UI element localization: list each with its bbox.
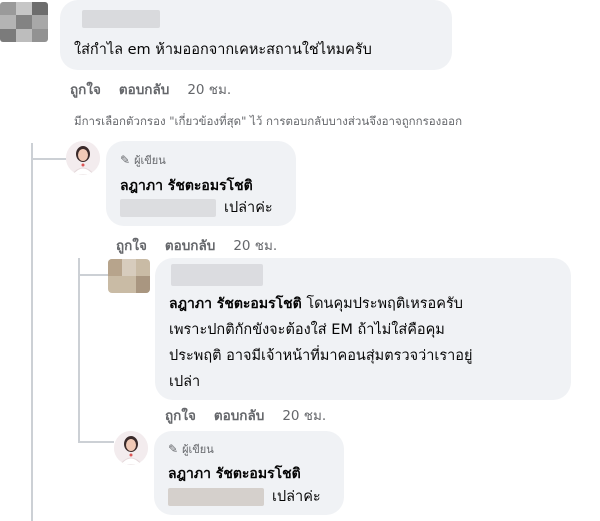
timestamp[interactable]: 20 ชม.	[282, 404, 326, 426]
commenter-avatar[interactable]	[0, 2, 48, 42]
like-button[interactable]: ถูกใจ	[165, 404, 196, 426]
author-avatar-icon	[66, 141, 100, 175]
reply-bubble: ✎ ผู้เขียน ลฎาภา รัชตะอมรโชติ เปล่าค่ะ	[154, 431, 344, 515]
blurred-mention[interactable]	[168, 488, 264, 506]
reply-text-line-1: ลฎาภา รัชตะอมรโชติ โดนคุมประพฤติเหรอครับ	[169, 292, 463, 316]
timestamp[interactable]: 20 ชม.	[233, 234, 277, 256]
like-button[interactable]: ถูกใจ	[70, 78, 101, 100]
blurred-commenter-name[interactable]	[82, 10, 160, 28]
blurred-avatar-icon	[108, 259, 150, 293]
reply-text: เปล่าค่ะ	[272, 489, 321, 505]
author-avatar[interactable]	[66, 141, 100, 175]
reply-bubble: ลฎาภา รัชตะอมรโชติ โดนคุมประพฤติเหรอครับ…	[155, 258, 571, 400]
thread-connector-nested-2	[78, 441, 114, 443]
like-button[interactable]: ถูกใจ	[116, 234, 147, 256]
author-badge: ✎ ผู้เขียน	[120, 151, 166, 169]
reply-text-line-2: เพราะปกติกักขังจะต้องใส่ EM ถ้าไม่ใส่คือ…	[169, 322, 445, 338]
reply-text-line-3: ประพฤติ อาจมีเจ้าหน้าที่มาคอนสุ่มตรวจว่า…	[169, 348, 473, 364]
blurred-mention[interactable]	[120, 199, 216, 217]
comment-bubble: ใส่กำไล em ห้ามออกจากเคหะสถานใช่ไหมครับ	[60, 0, 452, 70]
reply-button[interactable]: ตอบกลับ	[119, 78, 169, 100]
thread-connector	[31, 158, 67, 160]
author-badge-label: ผู้เขียน	[134, 154, 166, 167]
reply-actions: ถูกใจ ตอบกลับ 20 ชม.	[165, 404, 326, 426]
reply-button[interactable]: ตอบกลับ	[214, 404, 264, 426]
thread-line	[31, 143, 33, 521]
pencil-icon: ✎	[120, 153, 131, 167]
pencil-icon: ✎	[168, 442, 179, 456]
author-name[interactable]: ลฎาภา รัชตะอมรโชติ	[168, 463, 301, 485]
blurred-avatar-icon	[0, 2, 48, 42]
reply-bubble: ✎ ผู้เขียน ลฎาภา รัชตะอมรโชติ เปล่าค่ะ	[106, 141, 296, 226]
mention-link[interactable]: ลฎาภา รัชตะอมรโชติ	[169, 296, 302, 312]
reply-text-first: โดนคุมประพฤติเหรอครับ	[306, 296, 463, 312]
reply-text-line-4: เปล่า	[169, 374, 201, 390]
reply-text: เปล่าค่ะ	[224, 200, 273, 216]
commenter-avatar[interactable]	[108, 259, 150, 293]
timestamp[interactable]: 20 ชม.	[187, 78, 231, 100]
reply-button[interactable]: ตอบกลับ	[165, 234, 215, 256]
thread-connector-nested	[78, 274, 108, 276]
author-badge-label: ผู้เขียน	[182, 443, 214, 456]
blurred-commenter-name[interactable]	[171, 264, 263, 286]
comment-actions: ถูกใจ ตอบกลับ 20 ชม.	[70, 78, 231, 100]
author-badge: ✎ ผู้เขียน	[168, 440, 214, 458]
author-avatar[interactable]	[114, 431, 148, 465]
author-name[interactable]: ลฎาภา รัชตะอมรโชติ	[120, 175, 253, 197]
thread-line-nested	[78, 258, 80, 443]
filter-notice: มีการเลือกตัวกรอง "เกี่ยวข้องที่สุด" ไว้…	[74, 114, 463, 128]
reply-actions: ถูกใจ ตอบกลับ 20 ชม.	[116, 234, 277, 256]
comment-text: ใส่กำไล em ห้ามออกจากเคหะสถานใช่ไหมครับ	[74, 42, 372, 58]
author-avatar-icon	[114, 431, 148, 465]
